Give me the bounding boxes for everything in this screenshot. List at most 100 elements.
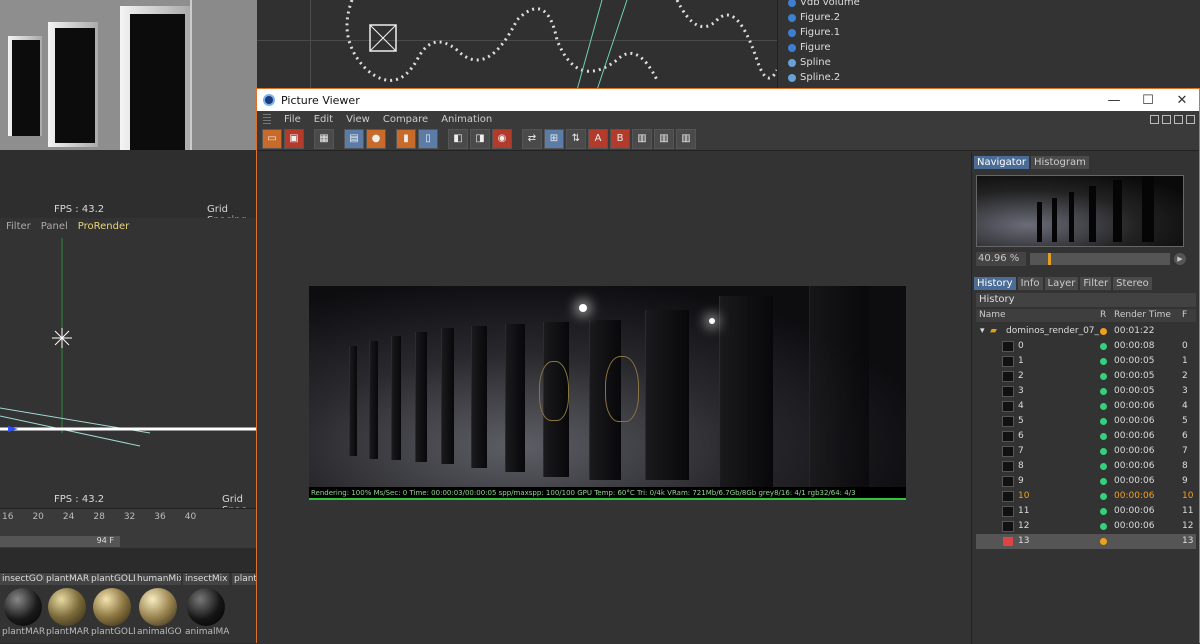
grid-spacing-label: Grid Spac — [222, 494, 246, 508]
image-canvas[interactable]: Rendering: 100% Ms/Sec: 0 Time: 00:00:03… — [257, 153, 971, 644]
column-name[interactable]: Name — [979, 310, 1006, 320]
render-region-icon[interactable]: ▦ — [314, 128, 334, 149]
ab-compare-icon[interactable]: ⇄ — [522, 128, 542, 149]
material-swatch[interactable]: insectMix animalMARB — [183, 573, 229, 644]
status-dot — [1100, 343, 1107, 350]
grid-view-3-icon[interactable]: ▥ — [676, 128, 696, 149]
paste-icon[interactable]: ▯ — [418, 128, 438, 149]
tab-info[interactable]: Info — [1017, 277, 1043, 290]
object-manager[interactable]: Vdb volume Figure.2 Figure.1 Figure Spli… — [777, 0, 1200, 90]
new-window-icon[interactable] — [1162, 114, 1171, 124]
render-time: 00:00:06 — [1114, 476, 1155, 486]
history-row[interactable]: 1 00:00:05 1 — [976, 354, 1196, 369]
material-label: insectGOLD — [0, 573, 46, 585]
object-row[interactable]: Figure — [788, 40, 831, 55]
frame-prev-icon[interactable]: ◧ — [448, 128, 468, 149]
split-view-icon[interactable]: ⊞ — [544, 128, 564, 149]
object-row[interactable]: Figure.2 — [788, 10, 840, 25]
stop-render-icon[interactable]: ● — [366, 128, 386, 149]
history-row[interactable]: 9 00:00:06 9 — [976, 474, 1196, 489]
material-swatch[interactable]: plantMARB plantMARB — [44, 573, 90, 644]
history-row[interactable]: 12 00:00:06 12 — [976, 519, 1196, 534]
menu-prorender[interactable]: ProRender — [78, 221, 129, 235]
tab-histogram[interactable]: Histogram — [1030, 156, 1089, 169]
status-dot — [1100, 463, 1107, 470]
viewport-top-view[interactable] — [257, 0, 777, 90]
object-row[interactable]: Spline.2 — [788, 70, 840, 85]
tab-stereo[interactable]: Stereo — [1113, 277, 1152, 290]
column-render-time[interactable]: Render Time — [1114, 310, 1171, 320]
material-swatch[interactable]: humanMix animalGOLD — [135, 573, 181, 644]
history-row[interactable]: 6 00:00:06 6 — [976, 429, 1196, 444]
object-row[interactable]: Figure.1 — [788, 25, 840, 40]
zoom-slider[interactable] — [1030, 253, 1170, 265]
grid-view-icon[interactable]: ▥ — [632, 128, 652, 149]
object-row[interactable]: Vdb volume — [788, 0, 860, 10]
material-label: insectMix — [183, 573, 229, 585]
frame-field[interactable]: 94 F — [0, 536, 120, 547]
history-row[interactable]: 3 00:00:05 3 — [976, 384, 1196, 399]
history-row[interactable]: 13 13 — [976, 534, 1196, 549]
history-row[interactable]: 7 00:00:06 7 — [976, 444, 1196, 459]
history-row[interactable]: 2 00:00:05 2 — [976, 369, 1196, 384]
grid-view-2-icon[interactable]: ▥ — [654, 128, 674, 149]
menu-edit[interactable]: Edit — [314, 114, 333, 125]
maximize-button[interactable]: ☐ — [1131, 93, 1165, 108]
set-a-icon[interactable]: A — [588, 128, 608, 149]
menu-animation[interactable]: Animation — [441, 114, 492, 125]
menu-panel[interactable]: Panel — [41, 221, 68, 235]
record-icon[interactable]: ◉ — [492, 128, 512, 149]
navigator-thumbnail[interactable] — [976, 175, 1184, 247]
frame-next-icon[interactable]: ◨ — [470, 128, 490, 149]
open-icon[interactable]: ▭ — [262, 128, 282, 149]
object-row[interactable]: Spline — [788, 55, 831, 70]
tab-layer[interactable]: Layer — [1044, 277, 1079, 290]
material-manager[interactable]: insectGOLDplantMARB plantMARBplantMARB p… — [0, 572, 257, 643]
zoom-value[interactable]: 40.96 % — [976, 252, 1026, 266]
timeline[interactable]: 16 20 24 28 32 36 40 94 F — [0, 508, 257, 548]
frame-number: 10 — [1182, 491, 1194, 501]
render-time: 00:00:06 — [1114, 401, 1155, 411]
viewport-side-view[interactable]: FPS : 43.2 Grid Spac — [0, 218, 257, 508]
folder-icon: ▰ — [990, 326, 997, 336]
menu-filter[interactable]: Filter — [6, 221, 31, 235]
swap-ab-icon[interactable]: ⇅ — [566, 128, 586, 149]
title-bar[interactable]: Picture Viewer — ☐ ✕ — [257, 89, 1199, 111]
history-row[interactable]: 4 00:00:06 4 — [976, 399, 1196, 414]
close-button[interactable]: ✕ — [1165, 93, 1199, 108]
status-dot — [1100, 358, 1107, 365]
history-row[interactable]: 5 00:00:06 5 — [976, 414, 1196, 429]
menu-compare[interactable]: Compare — [383, 114, 428, 125]
tick-label: 32 — [123, 512, 136, 522]
tab-history[interactable]: History — [974, 277, 1016, 290]
zoom-slider-knob[interactable] — [1048, 253, 1051, 265]
fullscreen-icon[interactable]: ▤ — [344, 128, 364, 149]
tab-navigator[interactable]: Navigator — [974, 156, 1029, 169]
viewport-perspective-top[interactable]: FPS : 43.2 Grid Spacing — [0, 0, 257, 218]
arrows-icon[interactable] — [1186, 114, 1195, 124]
material-label: plantMARB — [46, 627, 90, 637]
history-row[interactable]: 8 00:00:06 8 — [976, 459, 1196, 474]
expand-arrow-icon[interactable]: ▾ — [980, 326, 985, 336]
history-frame-name: 0 — [1018, 341, 1024, 351]
material-swatch[interactable]: plantGOLD plantGOLD — [89, 573, 135, 644]
play-icon[interactable]: ▶ — [1174, 253, 1186, 265]
column-frame[interactable]: F — [1182, 310, 1187, 320]
history-row[interactable]: 0 00:00:08 0 — [976, 339, 1196, 354]
set-b-icon[interactable]: B — [610, 128, 630, 149]
history-row[interactable]: 11 00:00:06 11 — [976, 504, 1196, 519]
history-row[interactable]: 10 00:00:06 10 — [976, 489, 1196, 504]
menu-file[interactable]: File — [284, 114, 301, 125]
menu-view[interactable]: View — [346, 114, 370, 125]
save-icon[interactable]: ▣ — [284, 128, 304, 149]
copy-icon[interactable]: ▮ — [396, 128, 416, 149]
history-group-row[interactable]: ▾ ▰ dominos_render_07_ 00:01:22 — [976, 324, 1196, 339]
column-r[interactable]: R — [1100, 310, 1106, 320]
material-swatch[interactable]: insectGOLD plantMARB — [0, 573, 46, 644]
move-icon[interactable] — [1174, 114, 1183, 124]
minimize-button[interactable]: — — [1097, 93, 1131, 108]
frame-thumbnail — [1002, 356, 1014, 367]
panel-layout-icon[interactable] — [1150, 114, 1159, 124]
material-swatch[interactable]: plant — [232, 573, 257, 644]
tab-filter[interactable]: Filter — [1080, 277, 1112, 290]
